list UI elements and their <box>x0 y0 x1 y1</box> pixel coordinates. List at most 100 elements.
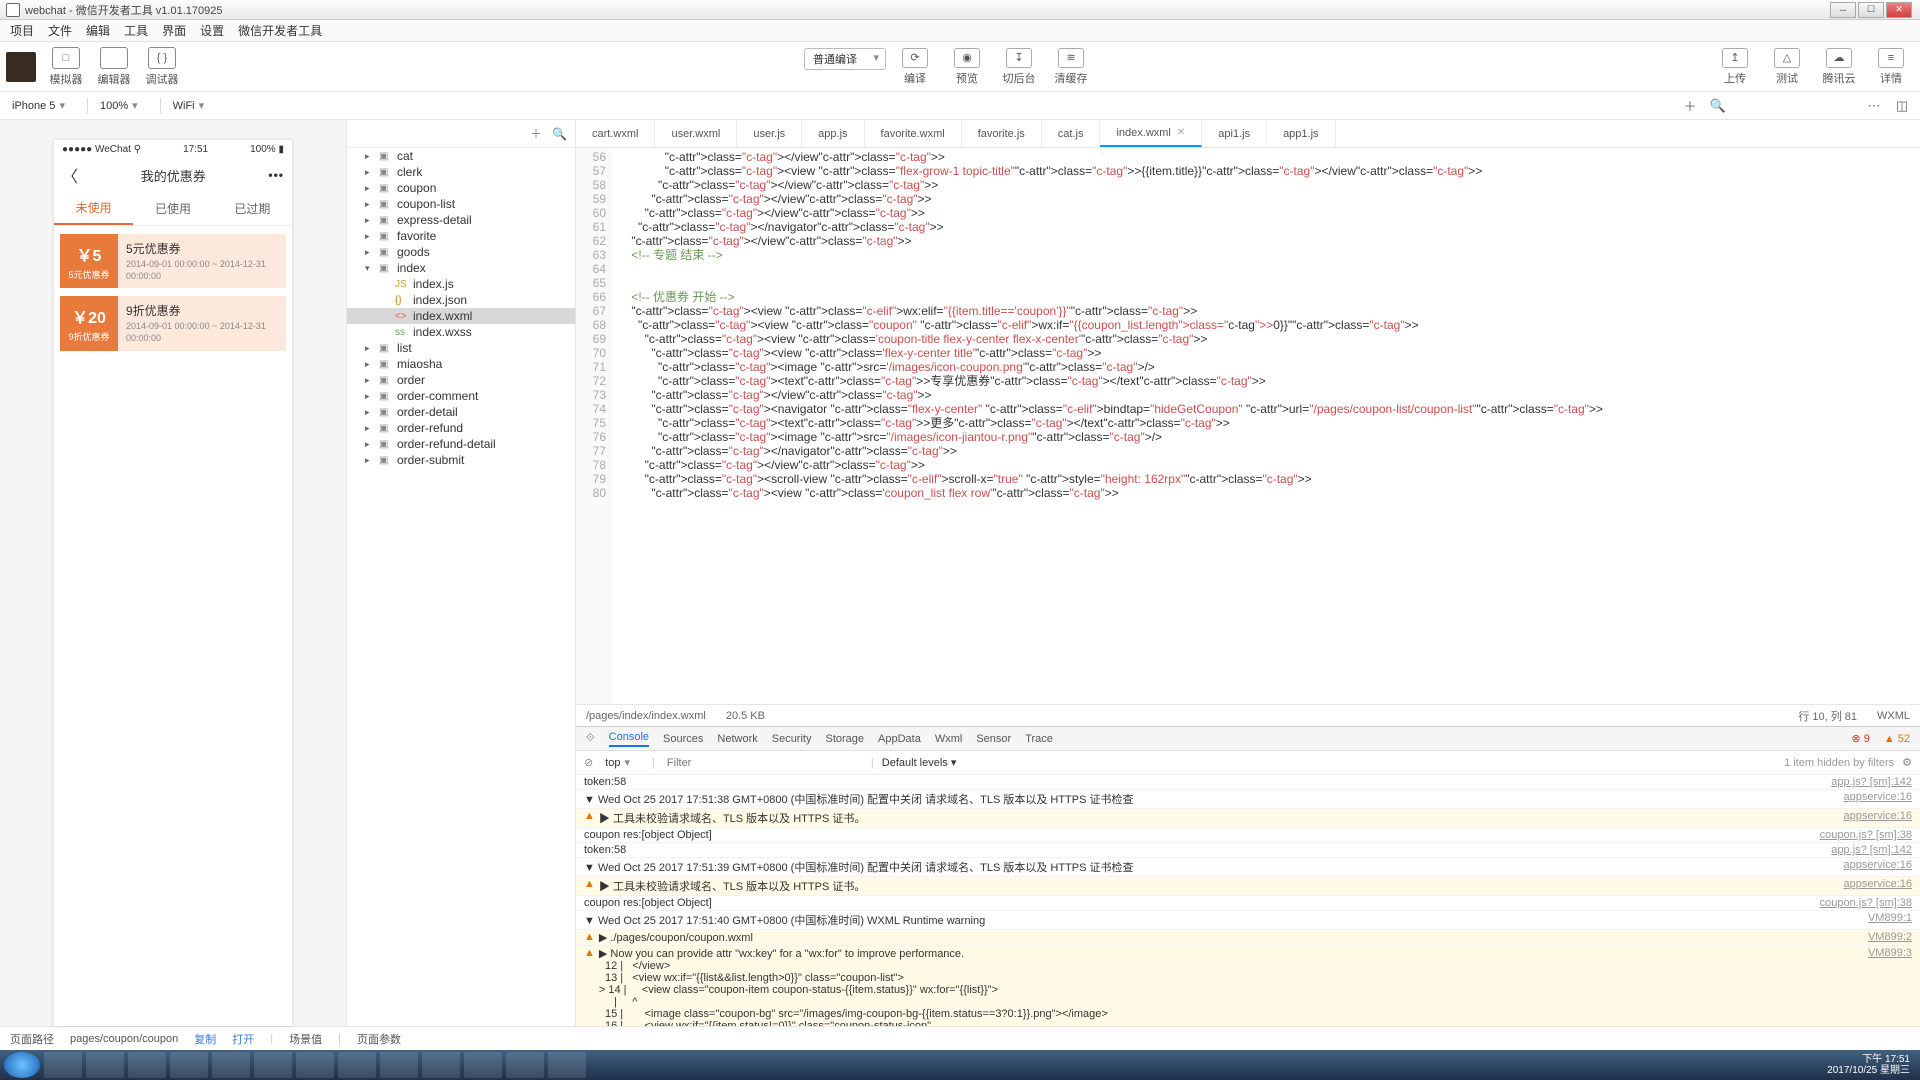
console-log-line[interactable]: coupon res:[object Object]coupon.js? [sm… <box>576 896 1920 911</box>
taskbar-item[interactable] <box>464 1052 502 1078</box>
preview-button[interactable]: ◉预览 <box>944 48 990 86</box>
folder-node[interactable]: ▸▣order-refund <box>347 420 575 436</box>
devtools-tab[interactable]: Security <box>772 733 812 745</box>
error-count[interactable]: ⊗ 9 <box>1851 732 1869 745</box>
tree-search-icon[interactable]: 🔍 <box>552 127 567 141</box>
back-icon[interactable]: 〈 <box>62 163 78 187</box>
console-log-line[interactable]: token:58app.js? [sm]:142 <box>576 843 1920 858</box>
folder-node[interactable]: ▸▣goods <box>347 244 575 260</box>
devtools-select-icon[interactable]: ⟐ <box>586 732 595 745</box>
folder-node[interactable]: ▸▣order-comment <box>347 388 575 404</box>
context-select[interactable]: top <box>601 754 644 771</box>
coupon-tab[interactable]: 已过期 <box>213 192 292 225</box>
file-node[interactable]: JSindex.js <box>347 276 575 292</box>
folder-node[interactable]: ▸▣list <box>347 340 575 356</box>
levels-select[interactable]: Default levels ▾ <box>882 756 957 769</box>
test-button[interactable]: △测试 <box>1764 48 1810 86</box>
devtools-tab[interactable]: Sensor <box>976 733 1011 745</box>
zoom-select[interactable]: 100% <box>96 97 152 114</box>
editor-tab[interactable]: user.js <box>737 120 802 147</box>
folder-node[interactable]: ▸▣coupon-list <box>347 196 575 212</box>
folder-node[interactable]: ▸▣favorite <box>347 228 575 244</box>
taskbar-item[interactable] <box>338 1052 376 1078</box>
menu-item[interactable]: 微信开发者工具 <box>238 22 322 39</box>
simulator-button[interactable]: □模拟器 <box>42 47 90 87</box>
editor-tab[interactable]: cat.js <box>1042 120 1101 147</box>
code-editor[interactable]: 5657585960616263646566676869707172737475… <box>576 148 1920 704</box>
console-log-line[interactable]: token:58app.js? [sm]:142 <box>576 775 1920 790</box>
more-icon[interactable]: ⋯ <box>1864 97 1884 115</box>
console-log-line[interactable]: ▲▶ Now you can provide attr "wx:key" for… <box>576 946 1920 1026</box>
editor-tab[interactable]: index.wxml✕ <box>1100 120 1202 147</box>
open-link[interactable]: 打开 <box>232 1031 254 1047</box>
cloud-button[interactable]: ☁腾讯云 <box>1816 48 1862 86</box>
coupon-tab[interactable]: 未使用 <box>54 192 133 225</box>
console-log-line[interactable]: ▼ Wed Oct 25 2017 17:51:40 GMT+0800 (中国标… <box>576 911 1920 930</box>
editor-tab[interactable]: cart.wxml <box>576 120 655 147</box>
file-node[interactable]: {}index.json <box>347 292 575 308</box>
source-link[interactable]: VM899:2 <box>1868 931 1912 944</box>
folder-node[interactable]: ▸▣order <box>347 372 575 388</box>
taskbar-item[interactable] <box>548 1052 586 1078</box>
network-select[interactable]: WiFi <box>169 97 219 114</box>
cache-button[interactable]: ≋清缓存 <box>1048 48 1094 86</box>
menu-item[interactable]: 界面 <box>162 22 186 39</box>
devtools-tab[interactable]: AppData <box>878 733 921 745</box>
devtools-tab[interactable]: Storage <box>825 733 864 745</box>
folder-node[interactable]: ▸▣express-detail <box>347 212 575 228</box>
menu-item[interactable]: 编辑 <box>86 22 110 39</box>
file-node[interactable]: ssindex.wxss <box>347 324 575 340</box>
menu-item[interactable]: 工具 <box>124 22 148 39</box>
window-minimize-button[interactable]: ─ <box>1830 2 1856 18</box>
menu-item[interactable]: 设置 <box>200 22 224 39</box>
console-body[interactable]: token:58app.js? [sm]:142▼ Wed Oct 25 201… <box>576 775 1920 1026</box>
source-link[interactable]: coupon.js? [sm]:38 <box>1820 897 1912 909</box>
taskbar-item[interactable] <box>254 1052 292 1078</box>
coupon-tab[interactable]: 已使用 <box>133 192 212 225</box>
source-link[interactable]: app.js? [sm]:142 <box>1831 776 1912 788</box>
folder-node[interactable]: ▸▣clerk <box>347 164 575 180</box>
split-icon[interactable]: ◫ <box>1892 97 1912 115</box>
debugger-button[interactable]: { }调试器 <box>138 47 186 87</box>
settings-icon[interactable]: ⚙ <box>1902 756 1912 769</box>
window-maximize-button[interactable]: ☐ <box>1858 2 1884 18</box>
details-button[interactable]: ≡详情 <box>1868 48 1914 86</box>
source-link[interactable]: appservice:16 <box>1844 859 1913 875</box>
folder-node[interactable]: ▸▣order-refund-detail <box>347 436 575 452</box>
source-link[interactable]: VM899:1 <box>1868 912 1912 928</box>
taskbar-item[interactable] <box>296 1052 334 1078</box>
taskbar-item[interactable] <box>380 1052 418 1078</box>
folder-node[interactable]: ▸▣cat <box>347 148 575 164</box>
source-link[interactable]: appservice:16 <box>1844 878 1913 894</box>
coupon-item[interactable]: ￥55元优惠券5元优惠券2014-09-01 00:00:00 ~ 2014-1… <box>60 234 286 288</box>
editor-tab[interactable]: user.wxml <box>655 120 737 147</box>
window-close-button[interactable]: ✕ <box>1886 2 1912 18</box>
console-log-line[interactable]: coupon res:[object Object]coupon.js? [sm… <box>576 828 1920 843</box>
devtools-tab[interactable]: Sources <box>663 733 703 745</box>
editor-button[interactable]: 编辑器 <box>90 47 138 87</box>
start-button[interactable] <box>4 1052 40 1078</box>
filter-input[interactable] <box>663 755 863 771</box>
tree-add-icon[interactable]: ＋ <box>530 125 542 142</box>
folder-node[interactable]: ▸▣coupon <box>347 180 575 196</box>
devtools-tab[interactable]: Trace <box>1025 733 1053 745</box>
clear-console-icon[interactable]: ⊘ <box>584 756 593 769</box>
taskbar-item[interactable] <box>422 1052 460 1078</box>
file-node[interactable]: <>index.wxml <box>347 308 575 324</box>
folder-node[interactable]: ▾▣index <box>347 260 575 276</box>
taskbar-item[interactable] <box>86 1052 124 1078</box>
devtools-tab[interactable]: Network <box>717 733 757 745</box>
folder-node[interactable]: ▸▣order-submit <box>347 452 575 468</box>
close-icon[interactable]: ✕ <box>1177 127 1185 138</box>
source-link[interactable]: VM899:3 <box>1868 947 1912 1026</box>
editor-tab[interactable]: app1.js <box>1267 120 1335 147</box>
warning-count[interactable]: ▲ 52 <box>1884 733 1910 745</box>
console-log-line[interactable]: ▲▶ ./pages/coupon/coupon.wxmlVM899:2 <box>576 930 1920 946</box>
console-log-line[interactable]: ▼ Wed Oct 25 2017 17:51:38 GMT+0800 (中国标… <box>576 790 1920 809</box>
menu-item[interactable]: 文件 <box>48 22 72 39</box>
folder-node[interactable]: ▸▣miaosha <box>347 356 575 372</box>
compile-button[interactable]: ⟳编译 <box>892 48 938 86</box>
taskbar-item[interactable] <box>44 1052 82 1078</box>
folder-node[interactable]: ▸▣order-detail <box>347 404 575 420</box>
devtools-tab[interactable]: Console <box>609 731 649 747</box>
